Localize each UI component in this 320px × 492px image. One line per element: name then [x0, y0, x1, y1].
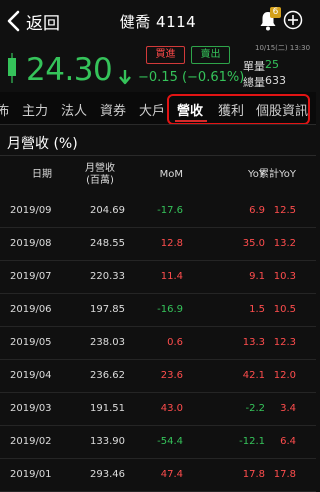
buy-button[interactable]: 買進	[146, 46, 185, 64]
total-volume-label: 總量	[243, 76, 265, 89]
top-navigation-bar: 返回 健喬 4114 6	[0, 0, 316, 42]
header-cumulative-yoy: 累計YoY	[258, 169, 296, 180]
cell-revenue: 220.33	[90, 271, 125, 282]
cell-date: 2019/04	[10, 370, 52, 381]
cell-cumulative-yoy: 12.0	[273, 370, 296, 381]
cell-cumulative-yoy: 12.5	[273, 205, 296, 216]
cell-revenue: 191.51	[90, 403, 125, 414]
tab-distribution[interactable]: 佈	[0, 100, 9, 119]
table-row[interactable]: 2019/08 248.55 12.8 35.0 13.2	[0, 228, 316, 261]
cell-revenue: 197.85	[90, 304, 125, 315]
cell-cumulative-yoy: 6.4	[280, 436, 296, 447]
tab-institutional[interactable]: 法人	[61, 100, 87, 119]
tab-major-traders[interactable]: 主力	[22, 100, 48, 119]
tab-margin-trading[interactable]: 資券	[100, 100, 126, 119]
header-mom: MoM	[159, 169, 183, 180]
notification-badge: 6	[270, 7, 281, 18]
cell-cumulative-yoy: 10.3	[273, 271, 296, 282]
table-header: 日期 月營收 (百萬) MoM YoY 累計YoY	[0, 160, 316, 192]
divider	[0, 155, 316, 156]
cell-date: 2019/08	[10, 238, 52, 249]
header-revenue-line2: (百萬)	[86, 175, 114, 186]
cell-date: 2019/01	[10, 469, 52, 480]
table-row[interactable]: 2019/07 220.33 11.4 9.1 10.3	[0, 261, 316, 294]
unit-volume-value: 25	[265, 58, 279, 71]
arrow-down-icon	[119, 70, 131, 85]
cell-mom: 11.4	[160, 271, 183, 282]
candlestick-icon	[8, 53, 16, 83]
table-row[interactable]: 2019/03 191.51 43.0 -2.2 3.4	[0, 393, 316, 426]
highlight-box	[167, 94, 310, 125]
cell-mom: 12.8	[160, 238, 183, 249]
add-icon[interactable]	[283, 10, 303, 30]
cell-date: 2019/09	[10, 205, 52, 216]
cell-revenue: 236.62	[90, 370, 125, 381]
cell-date: 2019/07	[10, 271, 52, 282]
price-change: −0.15 (−0.61%)	[138, 70, 245, 85]
cell-mom: -17.6	[157, 205, 183, 216]
cell-revenue: 238.03	[90, 337, 125, 348]
table-row[interactable]: 2019/05 238.03 0.6 13.3 12.3	[0, 327, 316, 360]
unit-volume-label: 單量	[243, 60, 265, 73]
cell-revenue: 204.69	[90, 205, 125, 216]
table-row[interactable]: 2019/04 236.62 23.6 42.1 12.0	[0, 360, 316, 393]
cell-cumulative-yoy: 17.8	[273, 469, 296, 480]
cell-date: 2019/03	[10, 403, 52, 414]
cell-revenue: 248.55	[90, 238, 125, 249]
cell-mom: 47.4	[160, 469, 183, 480]
table-row[interactable]: 2019/06 197.85 -16.9 1.5 10.5	[0, 294, 316, 327]
divider	[0, 124, 316, 125]
current-price: 24.30	[26, 52, 113, 88]
cell-revenue: 293.46	[90, 469, 125, 480]
cell-date: 2019/05	[10, 337, 52, 348]
header-revenue-line1: 月營收	[85, 163, 115, 174]
table-row[interactable]: 2019/02 133.90 -54.4 -12.1 6.4	[0, 426, 316, 459]
cell-cumulative-yoy: 10.5	[273, 304, 296, 315]
quote-timestamp: 10/15(二) 13:30	[255, 44, 311, 52]
header-date: 日期	[32, 169, 52, 180]
sell-button[interactable]: 賣出	[191, 46, 230, 64]
cell-cumulative-yoy: 3.4	[280, 403, 296, 414]
cell-cumulative-yoy: 12.3	[273, 337, 296, 348]
section-title: 月營收 (%)	[7, 136, 78, 152]
total-volume-value: 633	[265, 74, 286, 87]
cell-mom: 23.6	[160, 370, 183, 381]
table-row[interactable]: 2019/01 293.46 47.4 17.8 17.8	[0, 459, 316, 492]
cell-mom: 43.0	[160, 403, 183, 414]
header-revenue: 月營收 (百萬)	[75, 163, 125, 187]
cell-cumulative-yoy: 13.2	[273, 238, 296, 249]
cell-date: 2019/06	[10, 304, 52, 315]
tab-large-holders[interactable]: 大戶	[139, 100, 165, 119]
cell-date: 2019/02	[10, 436, 52, 447]
cell-revenue: 133.90	[90, 436, 125, 447]
cell-mom: -16.9	[157, 304, 183, 315]
cell-mom: 0.6	[167, 337, 183, 348]
cell-mom: -54.4	[157, 436, 183, 447]
table-row[interactable]: 2019/09 204.69 -17.6 6.9 12.5	[0, 195, 316, 228]
